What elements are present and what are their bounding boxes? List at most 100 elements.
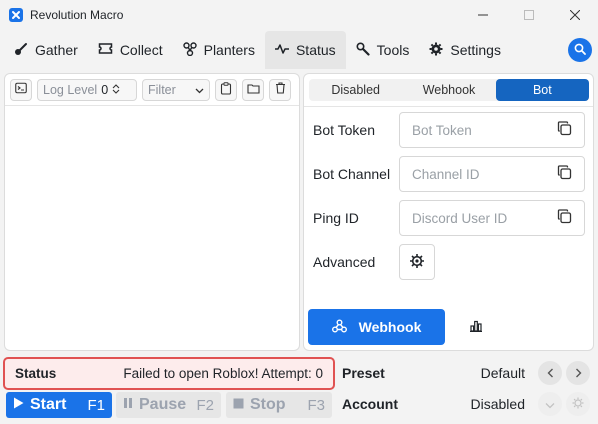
tab-settings[interactable]: Settings [419, 31, 511, 69]
mode-disabled[interactable]: Disabled [309, 79, 402, 101]
stop-label: Stop [250, 396, 286, 413]
app-logo-icon [9, 8, 23, 22]
log-output[interactable] [5, 106, 299, 350]
bot-token-input[interactable]: Bot Token [399, 112, 585, 148]
stats-button[interactable] [462, 309, 490, 345]
tab-planters[interactable]: Planters [173, 31, 265, 69]
window-title: Revolution Macro [30, 8, 124, 22]
clipboard-icon [220, 81, 232, 98]
advanced-row: Advanced [313, 244, 585, 280]
account-settings-button[interactable] [566, 392, 590, 416]
chevron-left-icon [547, 366, 554, 381]
tab-label: Collect [119, 42, 163, 58]
ping-id-label: Ping ID [313, 210, 359, 226]
console-icon [15, 82, 27, 97]
wrench-icon [356, 41, 370, 59]
folder-icon [246, 82, 260, 97]
tab-gather[interactable]: Gather [4, 31, 88, 69]
bot-channel-label: Bot Channel [313, 166, 391, 182]
filter-select[interactable]: Filter [142, 78, 210, 101]
start-button[interactable]: Start F1 [6, 392, 112, 418]
ping-id-input[interactable]: Discord User ID [399, 200, 585, 236]
open-folder-button[interactable] [242, 78, 264, 101]
tab-collect[interactable]: Collect [88, 31, 173, 69]
preset-label: Preset [342, 365, 385, 381]
main-nav: Gather Collect Planters Status Tools Set… [0, 30, 598, 70]
bot-channel-row: Bot Channel Channel ID [313, 156, 585, 192]
gear-icon [429, 42, 443, 59]
minimize-button[interactable] [460, 0, 506, 30]
copy-icon[interactable] [557, 165, 572, 183]
chevron-updown-icon [112, 83, 120, 97]
divider [304, 106, 593, 107]
account-dropdown-button[interactable] [538, 392, 562, 416]
gear-icon [409, 253, 425, 272]
copy-icon[interactable] [557, 121, 572, 139]
ping-id-placeholder: Discord User ID [412, 210, 508, 226]
log-level-value: 0 [101, 82, 109, 97]
log-level-label: Log Level [43, 82, 98, 97]
bot-channel-input[interactable]: Channel ID [399, 156, 585, 192]
tab-status[interactable]: Status [264, 31, 346, 69]
ticket-icon [98, 42, 113, 58]
chevron-right-icon [575, 366, 582, 381]
preset-next-button[interactable] [566, 361, 590, 385]
log-level-select[interactable]: Log Level 0 [37, 78, 137, 101]
close-button[interactable] [552, 0, 598, 30]
discord-panel: Disabled Webhook Bot Bot Token Bot Token… [303, 73, 594, 351]
log-toolbar: Log Level 0 Filter [5, 74, 299, 106]
account-value: Disabled [470, 396, 525, 412]
tab-tools[interactable]: Tools [346, 31, 420, 69]
tab-label: Gather [35, 42, 78, 58]
bot-token-placeholder: Bot Token [412, 122, 472, 138]
webhook-button[interactable]: Webhook [308, 309, 445, 345]
maximize-button[interactable] [506, 0, 552, 30]
filter-placeholder: Filter [148, 82, 176, 97]
tab-label: Status [295, 42, 336, 58]
copy-icon[interactable] [557, 209, 572, 227]
mode-webhook[interactable]: Webhook [402, 79, 495, 101]
pulse-icon [274, 42, 289, 58]
status-message: Failed to open Roblox! Attempt: 0 [123, 366, 323, 381]
pause-hotkey: F2 [196, 396, 214, 414]
ping-id-row: Ping ID Discord User ID [313, 200, 585, 236]
account-label: Account [342, 396, 398, 412]
log-panel: Log Level 0 Filter [4, 73, 300, 351]
bottom-bar: Status Failed to open Roblox! Attempt: 0… [0, 354, 598, 424]
preset-row: Preset Default [342, 360, 594, 386]
search-button[interactable] [568, 38, 592, 62]
preset-value: Default [480, 365, 525, 381]
chevron-down-icon [545, 397, 555, 412]
stop-button[interactable]: Stop F3 [226, 392, 332, 418]
bot-token-row: Bot Token Bot Token [313, 112, 585, 148]
bar-chart-icon [469, 320, 483, 335]
tab-label: Settings [450, 42, 501, 58]
stop-hotkey: F3 [307, 396, 325, 414]
discord-mode-selector: Disabled Webhook Bot [309, 79, 589, 101]
search-icon [574, 43, 586, 58]
start-hotkey: F1 [87, 396, 105, 414]
pause-button[interactable]: Pause F2 [116, 392, 221, 418]
stop-icon [233, 396, 244, 414]
webhook-button-label: Webhook [358, 319, 422, 335]
gather-icon [14, 42, 28, 59]
account-row: Account Disabled [342, 391, 594, 417]
chevron-down-icon [195, 83, 204, 97]
bot-token-label: Bot Token [313, 122, 376, 138]
preset-prev-button[interactable] [538, 361, 562, 385]
copy-log-button[interactable] [215, 78, 237, 101]
advanced-settings-button[interactable] [399, 244, 435, 280]
mode-bot[interactable]: Bot [495, 79, 589, 101]
clear-log-button[interactable] [269, 78, 291, 101]
start-label: Start [30, 396, 67, 413]
advanced-label: Advanced [313, 254, 376, 270]
tab-label: Planters [203, 42, 255, 58]
pause-label: Pause [139, 396, 187, 413]
status-box: Status Failed to open Roblox! Attempt: 0 [3, 357, 335, 390]
planter-icon [182, 41, 197, 59]
gear-icon [572, 397, 584, 412]
console-button[interactable] [10, 78, 32, 101]
status-title: Status [15, 366, 57, 381]
trash-icon [275, 82, 286, 97]
tab-label: Tools [376, 42, 410, 58]
